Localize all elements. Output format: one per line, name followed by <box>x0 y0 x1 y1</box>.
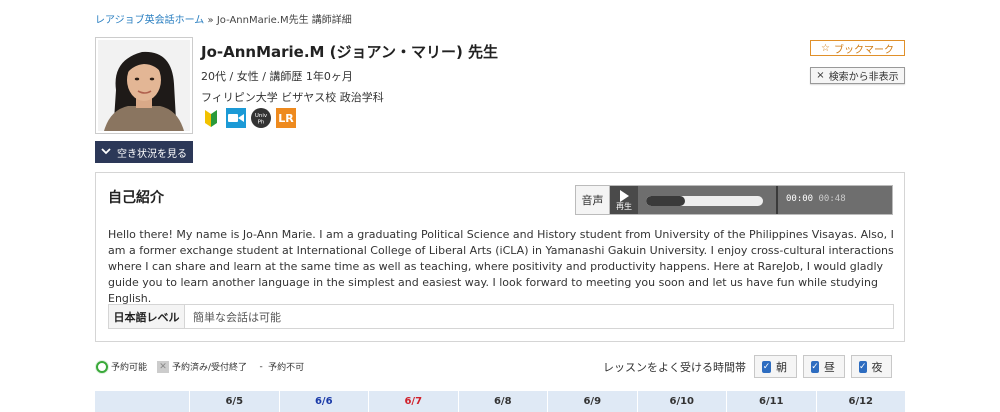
unavailable-dash: - <box>259 361 263 372</box>
breadcrumb-current: Jo-AnnMarie.M先生 講師詳細 <box>216 15 352 26</box>
time-option-night-label: 夜 <box>871 360 883 374</box>
svg-text:Univ: Univ <box>255 113 268 119</box>
checkbox-checked-icon: ✓ <box>811 360 819 373</box>
tutor-badges: Univ Ph LR <box>201 108 296 128</box>
schedule-day: 6/8 <box>459 391 548 412</box>
time-option-morning-label: 朝 <box>776 360 787 374</box>
legend-booked: ✕ 予約済み/受付終了 <box>157 360 247 373</box>
play-label: 再生 <box>616 201 632 211</box>
schedule-legend: 予約可能 ✕ 予約済み/受付終了 - 予約不可 <box>96 360 304 373</box>
schedule-day: 6/6 <box>280 391 369 412</box>
booked-x-icon: ✕ <box>157 360 170 373</box>
tutor-school: フィリピン大学 ビザヤス校 政治学科 <box>201 91 384 104</box>
bookmark-button[interactable]: ☆ ブックマーク <box>810 40 905 56</box>
lr-icon: LR <box>276 108 296 128</box>
time-option-noon-label: 昼 <box>824 360 835 374</box>
tutor-portrait-image <box>98 40 190 131</box>
schedule-day: 6/9 <box>548 391 638 412</box>
schedule-day: 6/10 <box>638 391 727 412</box>
audio-time-total: 00:48 <box>818 194 846 204</box>
legend-available: 予約可能 <box>96 360 147 373</box>
time-option-night[interactable]: ✓ 夜 <box>851 355 892 378</box>
breadcrumb: レアジョブ英会話ホーム » Jo-AnnMarie.M先生 講師詳細 <box>95 11 352 26</box>
japanese-level-row: 日本語レベル 簡単な会話は可能 <box>108 304 894 329</box>
schedule-day: 6/12 <box>848 396 874 407</box>
play-icon <box>619 189 629 202</box>
audio-label: 音声 <box>576 186 610 214</box>
legend-available-label: 予約可能 <box>111 363 148 373</box>
audio-seek-bar[interactable] <box>646 196 763 206</box>
play-button[interactable]: 再生 <box>610 186 638 214</box>
university-ph-icon: Univ Ph <box>251 108 271 128</box>
video-camera-icon <box>226 108 246 128</box>
schedule-day: 6/5 <box>190 391 280 412</box>
audio-player: 音声 再生 00:00 00:48 <box>575 185 893 215</box>
hide-from-search-label: 検索から非表示 <box>828 72 899 83</box>
audio-divider <box>776 186 778 214</box>
star-icon: ☆ <box>821 42 830 54</box>
schedule-day: 6/7 <box>369 391 459 412</box>
audio-time-current: 00:00 <box>786 194 814 204</box>
lr-icon-label: LR <box>278 111 294 125</box>
tutor-photo <box>95 37 193 134</box>
audio-time: 00:00 00:48 <box>786 194 846 204</box>
audio-controls: 再生 00:00 00:48 <box>610 186 892 214</box>
japanese-level-label: 日本語レベル <box>109 305 185 328</box>
tutor-meta: 20代 / 女性 / 講師歴 1年0ヶ月 <box>201 70 353 83</box>
bookmark-label: ブックマーク <box>833 44 894 56</box>
breadcrumb-home-link[interactable]: レアジョブ英会話ホーム <box>95 15 204 26</box>
breadcrumb-separator: » <box>207 15 214 26</box>
legend-unavailable: - 予約不可 <box>257 360 305 374</box>
legend-unavailable-label: 予約不可 <box>268 363 305 373</box>
time-option-noon[interactable]: ✓ 昼 <box>803 355 845 378</box>
schedule-header-corner <box>95 391 190 412</box>
hide-from-search-button[interactable]: × 検索から非表示 <box>810 67 905 84</box>
view-availability-label: 空き状況を見る <box>117 148 187 160</box>
self-intro-text: Hello there! My name is Jo-Ann Marie. I … <box>108 228 894 305</box>
legend-booked-label: 予約済み/受付終了 <box>172 363 248 373</box>
self-intro-title: 自己紹介 <box>108 190 164 206</box>
lesson-time-preference: レッスンをよく受ける時間帯 ✓ 朝 ✓ 昼 ✓ 夜 <box>603 355 892 378</box>
audio-seek-progress <box>646 196 685 206</box>
time-option-morning[interactable]: ✓ 朝 <box>754 355 797 378</box>
time-preference-label: レッスンをよく受ける時間帯 <box>603 360 746 374</box>
japanese-level-value: 簡単な会話は可能 <box>193 310 281 324</box>
self-intro-section: 自己紹介 音声 再生 00:00 00:48 Hello there! My n… <box>95 172 905 342</box>
available-circle-icon <box>96 360 108 373</box>
beginner-mark-icon <box>201 108 221 128</box>
tutor-name: Jo-AnnMarie.M (ジョアン・マリー) 先生 <box>201 43 499 61</box>
chevron-down-icon <box>101 147 111 158</box>
checkbox-checked-icon: ✓ <box>859 360 867 373</box>
schedule-day: 6/11 <box>727 391 817 412</box>
schedule-header: 6/5 6/6 6/7 6/8 6/9 6/10 6/11 6/12 <box>95 391 905 412</box>
svg-text:Ph: Ph <box>258 120 265 126</box>
view-availability-button[interactable]: 空き状況を見る <box>95 141 193 163</box>
close-icon: × <box>816 70 825 81</box>
checkbox-checked-icon: ✓ <box>762 360 771 373</box>
